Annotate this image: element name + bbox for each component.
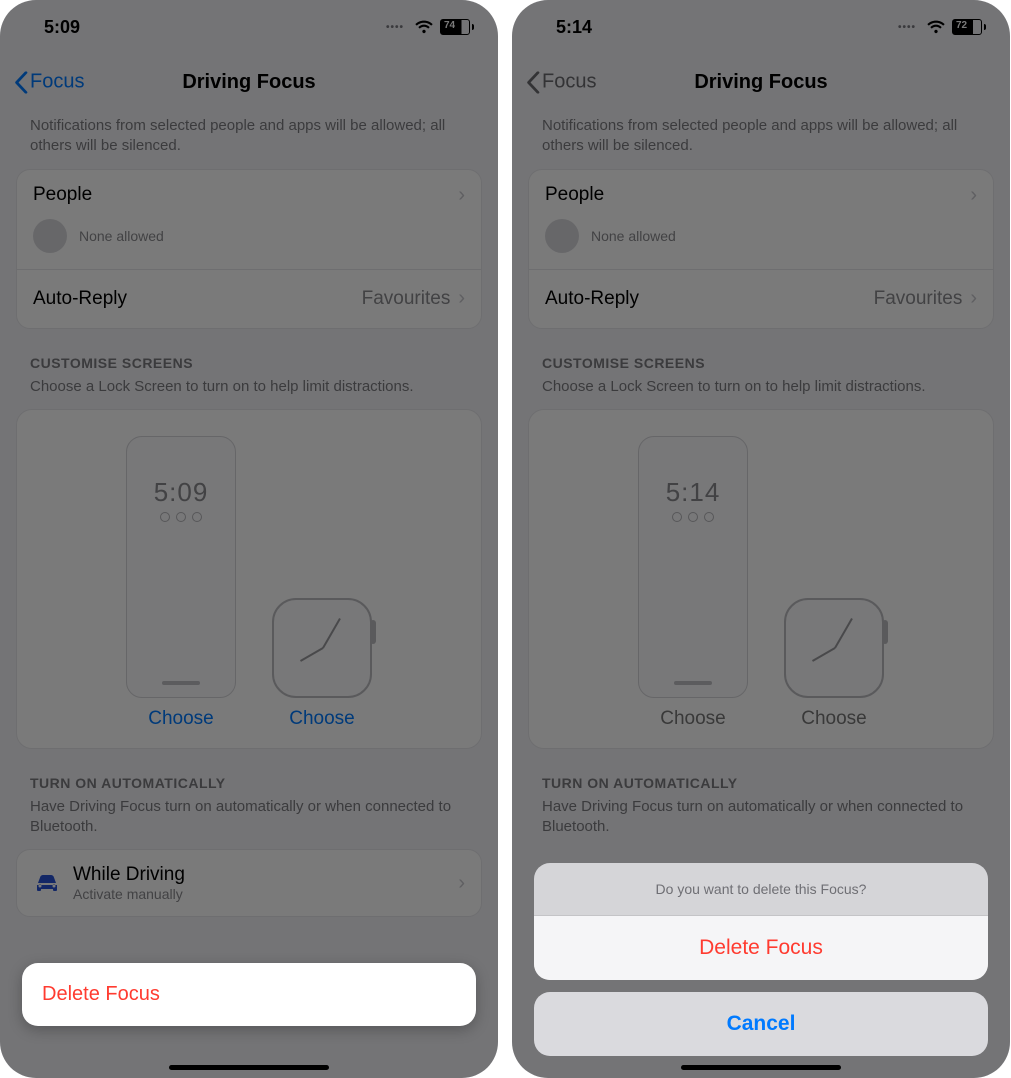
screenshot-left: 5:09 •••• 74 Focus Driving Focus Notific… — [0, 0, 498, 1078]
home-indicator[interactable] — [169, 1065, 329, 1070]
home-indicator[interactable] — [681, 1065, 841, 1070]
sheet-prompt: Do you want to delete this Focus? — [534, 863, 988, 916]
screenshot-right: 5:14 •••• 72 Focus Driving Focus Notific… — [512, 0, 1010, 1078]
action-sheet: Do you want to delete this Focus? Delete… — [534, 863, 988, 1056]
delete-focus-row[interactable]: Delete Focus — [22, 963, 476, 1026]
cancel-button[interactable]: Cancel — [534, 992, 988, 1056]
delete-focus-label: Delete Focus — [42, 983, 160, 1005]
dim-overlay — [0, 0, 498, 1078]
delete-focus-button[interactable]: Delete Focus — [534, 916, 988, 980]
